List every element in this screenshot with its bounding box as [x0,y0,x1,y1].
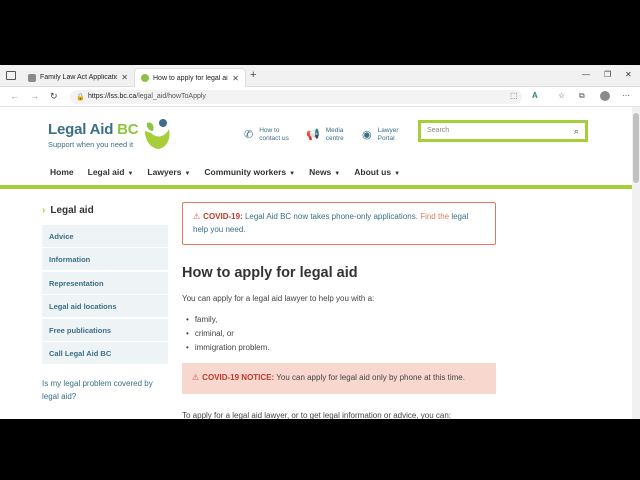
nav-legal-aid-label: Legal aid [87,167,125,177]
back-icon[interactable]: ← [10,91,19,101]
legal-aid-bc-logo[interactable]: Legal Aid BC Support when you need it [48,121,139,149]
nav-about-us[interactable]: About us ▼ [354,167,400,177]
notice-text: You can apply for legal aid only by phon… [274,373,465,382]
user-circle-icon: ◉ [362,129,372,141]
lock-icon: 🔒 [76,94,85,101]
list-item: family, [186,315,270,329]
tab-title: Family Law Act Application [40,74,118,81]
browser-window: Family Law Act Application ✕ How to appl… [0,65,640,419]
web-page: Legal Aid BC Support when you need it ✆ … [0,107,632,419]
logo-name: Legal Aid [48,121,114,138]
lawyer-label-line1: Lawyer [377,127,399,134]
lawyer-portal-link[interactable]: ◉ Lawyer Portal [362,127,399,143]
nav-news-label: News [309,167,332,177]
leaf-logo-icon [145,119,170,149]
coverage-question-link[interactable]: Is my legal problem covered by legal aid… [42,377,168,403]
chevron-down-icon: ▼ [334,171,341,177]
close-tab-icon[interactable]: ✕ [232,74,239,83]
sidebar-item-locations[interactable]: Legal aid locations [42,295,168,318]
search-icon[interactable]: ⌕ [574,126,579,137]
chevron-down-icon: ▼ [289,171,296,177]
alert-find-text: Find the [420,212,450,221]
nav-lawyers[interactable]: Lawyers ▼ [147,167,190,177]
media-label-line2: centre [325,135,344,142]
read-aloud-icon[interactable]: ⬚ [510,91,518,100]
close-window-icon[interactable]: ✕ [625,70,632,79]
forward-icon[interactable]: → [30,91,39,101]
logo-accent: BC [117,121,139,138]
chevron-down-icon: ▼ [184,171,191,177]
address-bar: ← → ↻ 🔒 https://lss.bc.ca/legal_aid/howT… [0,87,640,107]
media-centre-link[interactable]: 📢 Media centre [306,127,344,143]
refresh-icon[interactable]: ↻ [50,91,58,102]
nav-news[interactable]: News ▼ [309,167,340,177]
covid-alert: ⚠ COVID-19: Legal Aid BC now takes phone-… [182,202,496,245]
chevron-down-icon: ▼ [394,171,401,177]
tab-title: How to apply for legal aid | Legal Aid B… [153,74,228,82]
sidebar-heading-label: Legal aid [50,205,94,216]
url-path: /legal_aid/howToApply [136,93,206,100]
search-placeholder: Search [427,127,450,134]
media-label-line1: Media [325,127,344,134]
tab-actions-icon[interactable] [6,71,16,80]
list-item: immigration problem. [186,343,270,357]
sidebar-item-call[interactable]: Call Legal Aid BC [42,341,168,364]
problem-list: family, criminal, or immigration problem… [186,315,270,357]
contact-label-line2: contact us [259,135,289,142]
warning-icon: ⚠ [193,212,201,221]
url-host: https://lss.bc.ca [88,93,137,100]
chevron-right-icon: › [42,205,46,216]
tab-family-law[interactable]: Family Law Act Application ✕ [22,68,134,87]
minimize-icon[interactable]: — [582,70,590,79]
page-title: How to apply for legal aid [182,265,358,281]
nav-lawyers-label: Lawyers [147,167,182,177]
covid-notice: ⚠ COVID-19 NOTICE: You can apply for lega… [182,363,496,394]
sidebar-item-information[interactable]: Information [42,248,168,271]
chevron-down-icon: ▼ [127,171,134,177]
notice-label: COVID-19 NOTICE: [202,373,275,382]
sidebar-item-advice[interactable]: Advice [42,225,168,247]
tab-bar: Family Law Act Application ✕ How to appl… [0,65,640,87]
logo-tagline: Support when you need it [48,140,134,149]
page-icon [28,73,36,82]
nav-about-label: About us [354,167,392,177]
extension-icon[interactable]: A [532,91,538,100]
url-field[interactable]: 🔒 https://lss.bc.ca/legal_aid/howToApply [70,90,522,104]
more-icon[interactable]: ⋯ [622,91,630,100]
close-tab-icon[interactable]: ✕ [121,73,128,82]
legal-aid-favicon [141,74,149,82]
partial-text: To apply for a legal aid lawyer, or to g… [182,411,452,419]
profile-avatar[interactable] [600,91,610,101]
scrollbar-thumb[interactable] [633,113,639,183]
sidebar-heading: › Legal aid [42,205,94,216]
alert-text: Legal Aid BC now takes phone-only applic… [242,212,421,221]
sidebar-item-representation[interactable]: Representation [42,271,168,294]
warning-icon: ⚠ [192,373,200,382]
alert-label: COVID-19: [203,212,243,221]
phone-icon: ✆ [244,129,254,141]
header-divider [0,185,632,189]
intro-text: You can apply for a legal aid lawyer to … [182,294,375,303]
sidebar-item-publications[interactable]: Free publications [42,318,168,341]
page-scrollbar[interactable] [632,107,640,419]
nav-community-label: Community workers [204,167,287,177]
favorites-icon[interactable]: ☆ [558,91,565,100]
lawyer-label-line2: Portal [377,135,395,142]
maximize-icon[interactable]: ❐ [604,70,611,79]
nav-legal-aid[interactable]: Legal aid ▼ [88,167,134,177]
main-nav: Home Legal aid ▼ Lawyers ▼ Community worke… [50,167,400,177]
megaphone-icon: 📢 [306,129,320,141]
nav-home[interactable]: Home [50,167,74,177]
new-tab-button[interactable]: + [250,69,256,81]
tab-how-to-apply[interactable]: How to apply for legal aid | Legal Aid B… [134,68,246,87]
search-input[interactable]: Search ⌕ [418,120,588,142]
contact-us-link[interactable]: ✆ How to contact us [244,127,289,143]
contact-label-line1: How to [259,127,280,134]
sidebar-menu: Advice Information Representation Legal … [42,225,168,365]
list-item: criminal, or [186,329,270,343]
nav-community-workers[interactable]: Community workers ▼ [204,167,295,177]
collections-icon[interactable]: ⧉ [579,91,585,101]
